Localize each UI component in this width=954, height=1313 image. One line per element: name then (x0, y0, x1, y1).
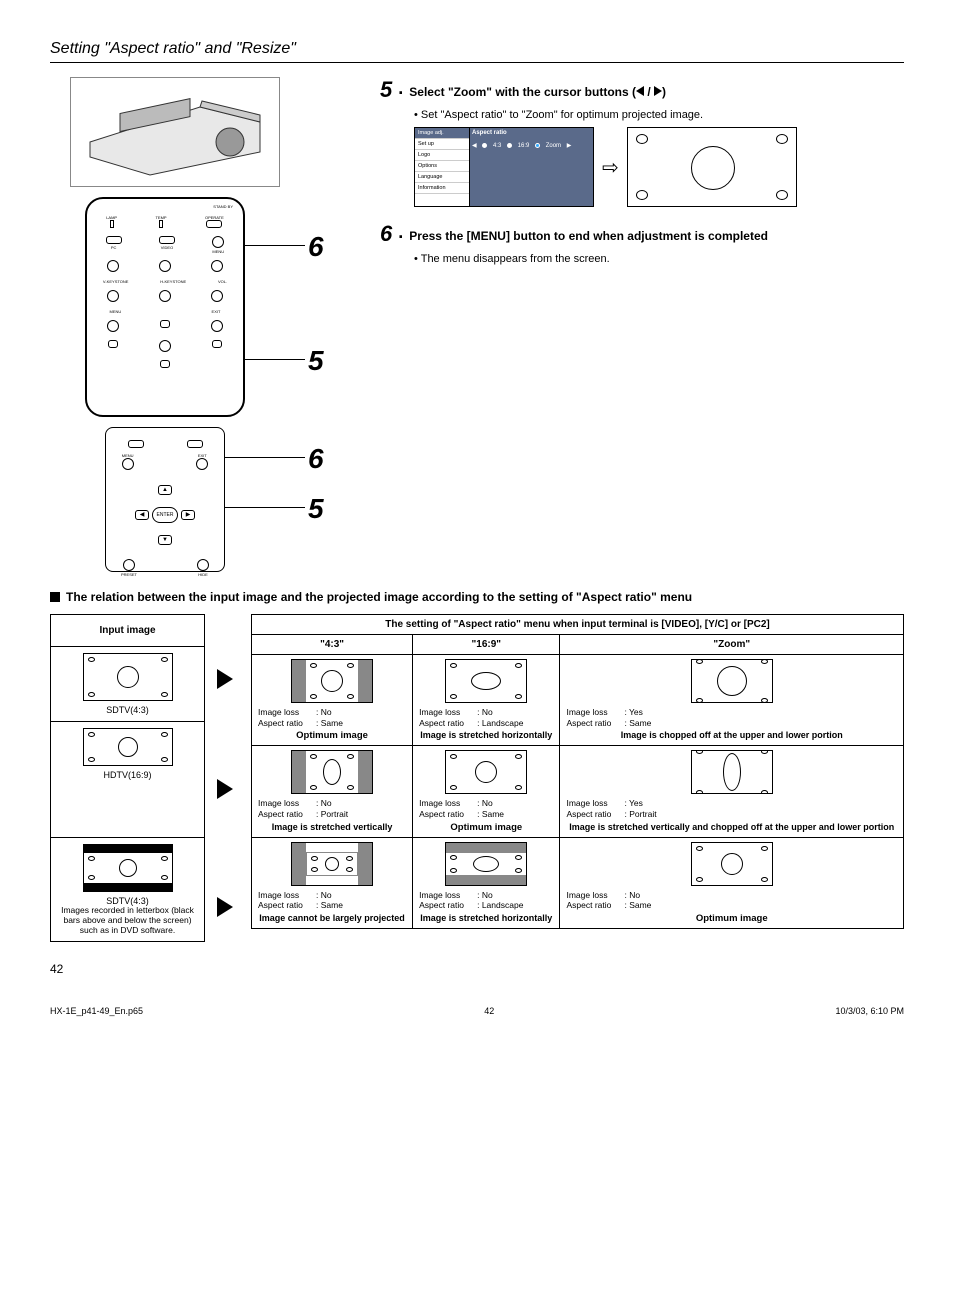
footer-page: 42 (484, 1006, 494, 1016)
projector-control-panel: STAND BY LAMP TEMP OPERATE PC VIDEO MENU… (85, 197, 245, 417)
relation-heading: The relation between the input image and… (66, 590, 692, 604)
input-header: Input image (51, 615, 205, 647)
table-row: Image loss: NoAspect ratio: Same Optimum… (252, 655, 904, 746)
projector-illustration (70, 77, 280, 187)
callout-6a: 6 (308, 231, 324, 263)
footer-date: 10/3/03, 6:10 PM (835, 1006, 904, 1016)
aspect-ratio-table: The setting of "Aspect ratio" menu when … (251, 614, 904, 929)
arrow-right-icon: ⇨ (602, 155, 619, 180)
step-6-bullet: The menu disappears from the screen. (414, 253, 904, 265)
page-number: 42 (50, 962, 904, 976)
triangle-right-icon (654, 86, 662, 96)
arrow-icon (217, 897, 233, 917)
input-image-table: Input image SDTV(4:3) HDTV(16:9) SDTV(4:… (50, 614, 205, 942)
step-6-title: Press the [MENU] button to end when adju… (409, 221, 768, 243)
callout-5a: 5 (308, 345, 324, 377)
step-5-bullet: Set "Aspect ratio" to "Zoom" for optimum… (414, 109, 904, 121)
step-6-number: 6 (380, 221, 392, 247)
triangle-left-icon (636, 86, 644, 96)
square-bullet-icon (50, 592, 60, 602)
osd-menu-figure: Image adj. Set up Logo Options Language … (414, 127, 594, 207)
step-5-number: 5 (380, 77, 392, 103)
step-5-title: Select "Zoom" with the cursor buttons ( … (409, 77, 666, 99)
table-row: Image loss: NoAspect ratio: Portrait Ima… (252, 746, 904, 837)
col-16-9: "16:9" (413, 635, 560, 655)
table-header-top: The setting of "Aspect ratio" menu when … (252, 615, 904, 635)
col-4-3: "4:3" (252, 635, 413, 655)
remote-control-illustration: MENU EXIT ▲ ▼ ◀ ▶ ENTER PRESET HIDE (105, 427, 225, 572)
table-row: Image loss: NoAspect ratio: Same Image c… (252, 837, 904, 928)
callout-6b: 6 (308, 443, 324, 475)
footer-file: HX-1E_p41-49_En.p65 (50, 1006, 143, 1016)
section-title: Setting "Aspect ratio" and "Resize" (50, 40, 904, 63)
arrow-icon (217, 669, 233, 689)
zoom-result-thumb (627, 127, 797, 207)
callout-5b: 5 (308, 493, 324, 525)
col-zoom: "Zoom" (560, 635, 904, 655)
arrow-icon (217, 779, 233, 799)
